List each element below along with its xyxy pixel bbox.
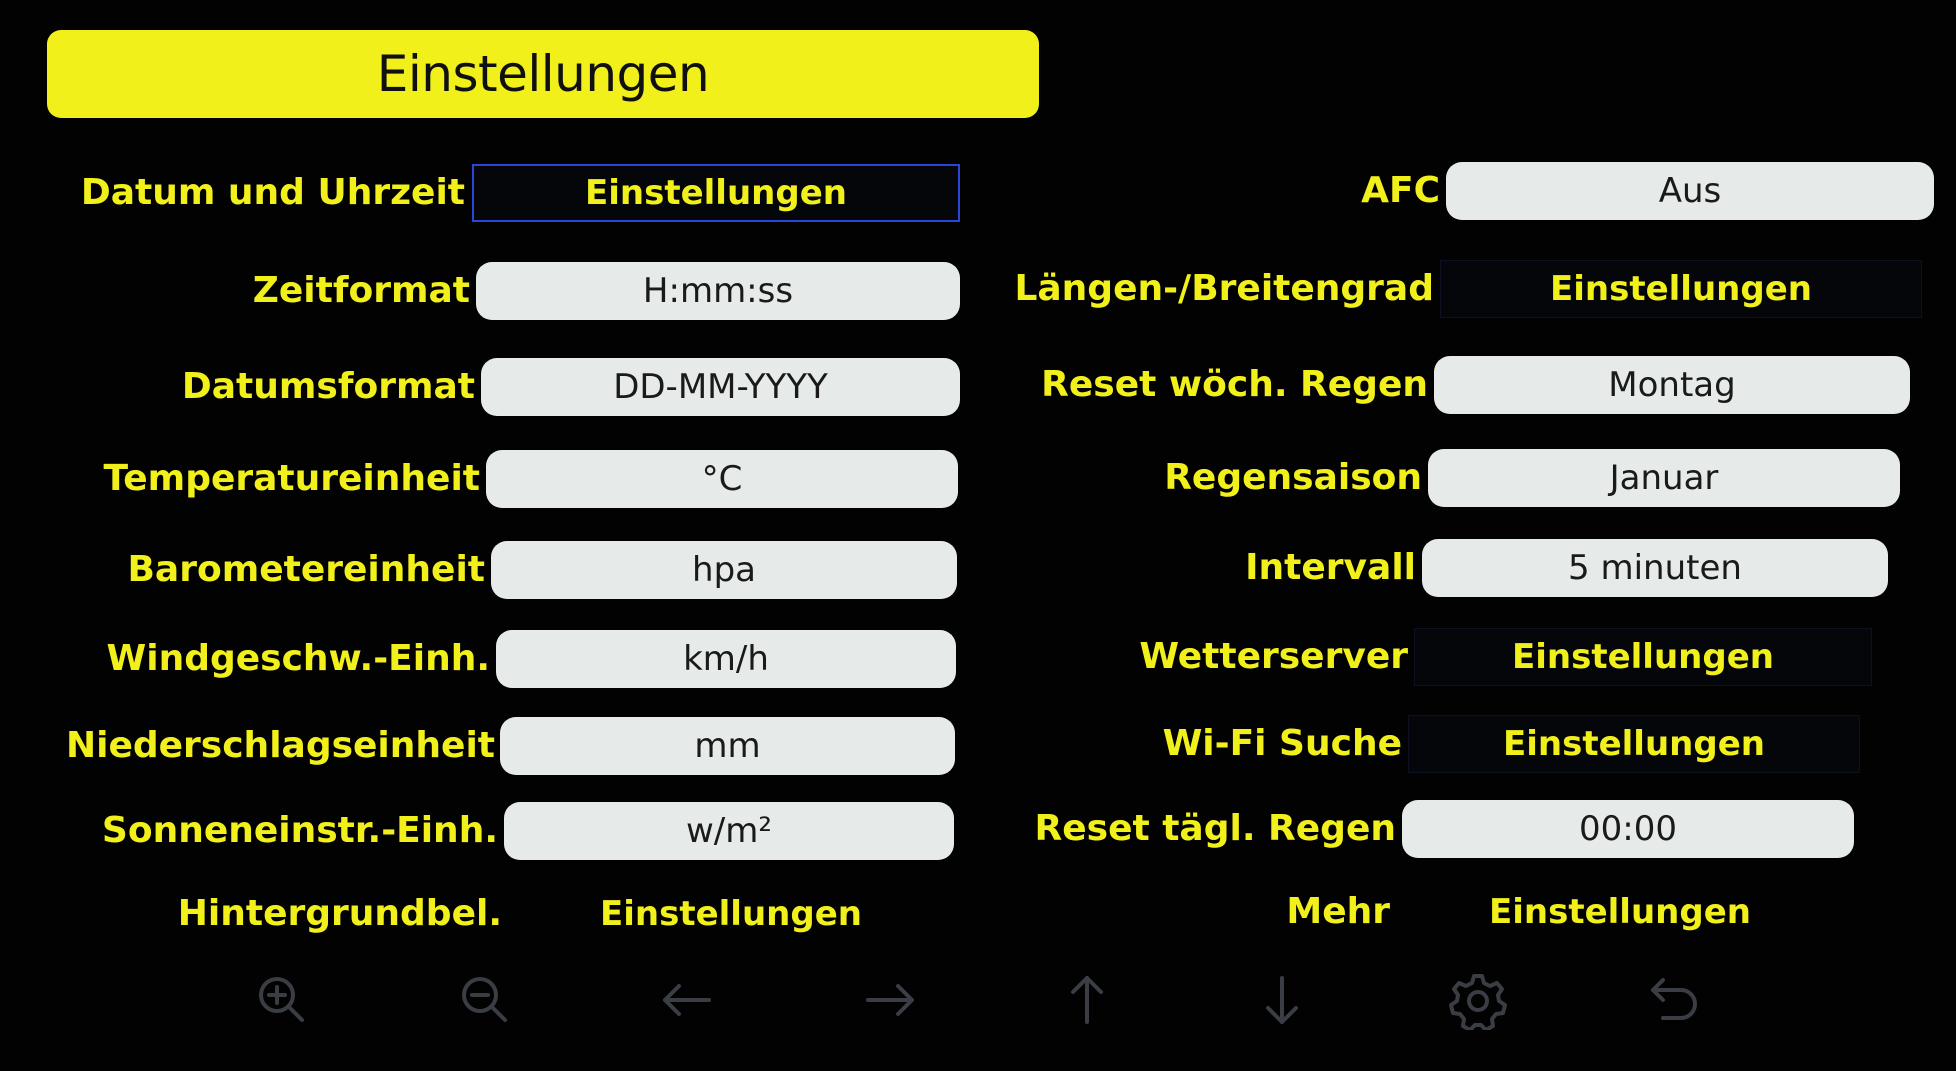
setting-label: Barometereinheit <box>127 549 485 590</box>
reset-woech-regen-select[interactable]: Montag <box>1434 356 1910 414</box>
setting-label: Windgeschw.-Einh. <box>106 638 490 679</box>
setting-label: Mehr <box>1286 891 1390 932</box>
arrow-up-icon[interactable] <box>1052 965 1122 1035</box>
intervall-select[interactable]: 5 minuten <box>1422 539 1888 597</box>
wetterserver-button[interactable]: Einstellungen <box>1414 628 1872 686</box>
back-icon[interactable] <box>1640 965 1710 1035</box>
setting-row-zeitformat: Zeitformat H:mm:ss <box>0 262 1000 320</box>
sonneneinstr-select[interactable]: w/m² <box>504 802 954 860</box>
setting-label: Reset wöch. Regen <box>1041 364 1428 405</box>
zoom-in-icon[interactable] <box>247 965 317 1035</box>
toolbar <box>0 965 1956 1045</box>
setting-label: Zeitformat <box>252 270 470 311</box>
setting-label: Hintergrundbel. <box>177 893 502 934</box>
settings-screen: Einstellungen Datum und Uhrzeit Einstell… <box>0 0 1956 1071</box>
setting-label: Längen-/Breitengrad <box>1014 268 1434 309</box>
wifi-suche-button[interactable]: Einstellungen <box>1408 715 1860 773</box>
title-bar: Einstellungen <box>47 30 1039 118</box>
reset-taegl-regen-select[interactable]: 00:00 <box>1402 800 1854 858</box>
setting-row-afc: AFC Aus <box>1000 162 1956 220</box>
setting-label: AFC <box>1361 170 1440 211</box>
mehr-button[interactable]: Einstellungen <box>1396 883 1844 941</box>
zeitformat-select[interactable]: H:mm:ss <box>476 262 960 320</box>
arrow-down-icon[interactable] <box>1247 965 1317 1035</box>
setting-row-intervall: Intervall 5 minuten <box>1000 539 1956 597</box>
setting-label: Intervall <box>1245 547 1416 588</box>
setting-label: Wetterserver <box>1139 636 1408 677</box>
page-title: Einstellungen <box>376 45 710 103</box>
setting-row-wetterserver: Wetterserver Einstellungen <box>1000 628 1956 686</box>
arrow-right-icon[interactable] <box>855 965 925 1035</box>
setting-label: Reset tägl. Regen <box>1034 808 1397 849</box>
hintergrundbel-button[interactable]: Einstellungen <box>508 885 954 943</box>
gear-icon[interactable] <box>1443 965 1513 1035</box>
regensaison-select[interactable]: Januar <box>1428 449 1900 507</box>
barometereinheit-select[interactable]: hpa <box>491 541 957 599</box>
setting-row-reset-taegl-regen: Reset tägl. Regen 00:00 <box>1000 800 1956 858</box>
setting-row-wifi-suche: Wi-Fi Suche Einstellungen <box>1000 715 1956 773</box>
setting-row-datumsformat: Datumsformat DD-MM-YYYY <box>0 358 1000 416</box>
setting-label: Temperatureinheit <box>103 458 480 499</box>
niederschlag-select[interactable]: mm <box>500 717 955 775</box>
setting-row-temperatureinheit: Temperatureinheit °C <box>0 450 1000 508</box>
setting-row-laengen-breitengrad: Längen-/Breitengrad Einstellungen <box>1000 260 1956 318</box>
setting-label: Regensaison <box>1164 457 1422 498</box>
laengen-breitengrad-button[interactable]: Einstellungen <box>1440 260 1922 318</box>
datumsformat-select[interactable]: DD-MM-YYYY <box>481 358 960 416</box>
setting-row-barometereinheit: Barometereinheit hpa <box>0 541 1000 599</box>
setting-label: Niederschlagseinheit <box>65 725 495 766</box>
datum-uhrzeit-button[interactable]: Einstellungen <box>472 164 960 222</box>
setting-row-niederschlag: Niederschlagseinheit mm <box>0 717 1000 775</box>
setting-row-sonneneinstr: Sonneneinstr.-Einh. w/m² <box>0 802 1000 860</box>
setting-row-mehr: Mehr Einstellungen <box>1000 883 1956 941</box>
setting-label: Datum und Uhrzeit <box>80 172 465 213</box>
windgeschw-select[interactable]: km/h <box>496 630 956 688</box>
arrow-left-icon[interactable] <box>652 965 722 1035</box>
setting-row-windgeschw: Windgeschw.-Einh. km/h <box>0 630 1000 688</box>
setting-row-reset-woech-regen: Reset wöch. Regen Montag <box>1000 356 1956 414</box>
setting-row-datum-uhrzeit: Datum und Uhrzeit Einstellungen <box>0 164 1000 222</box>
temperatureinheit-select[interactable]: °C <box>486 450 958 508</box>
setting-row-hintergrundbel: Hintergrundbel. Einstellungen <box>0 885 1000 943</box>
zoom-out-icon[interactable] <box>450 965 520 1035</box>
setting-label: Wi-Fi Suche <box>1162 723 1402 764</box>
setting-row-regensaison: Regensaison Januar <box>1000 449 1956 507</box>
setting-label: Datumsformat <box>181 366 475 407</box>
afc-select[interactable]: Aus <box>1446 162 1934 220</box>
setting-label: Sonneneinstr.-Einh. <box>101 810 498 851</box>
